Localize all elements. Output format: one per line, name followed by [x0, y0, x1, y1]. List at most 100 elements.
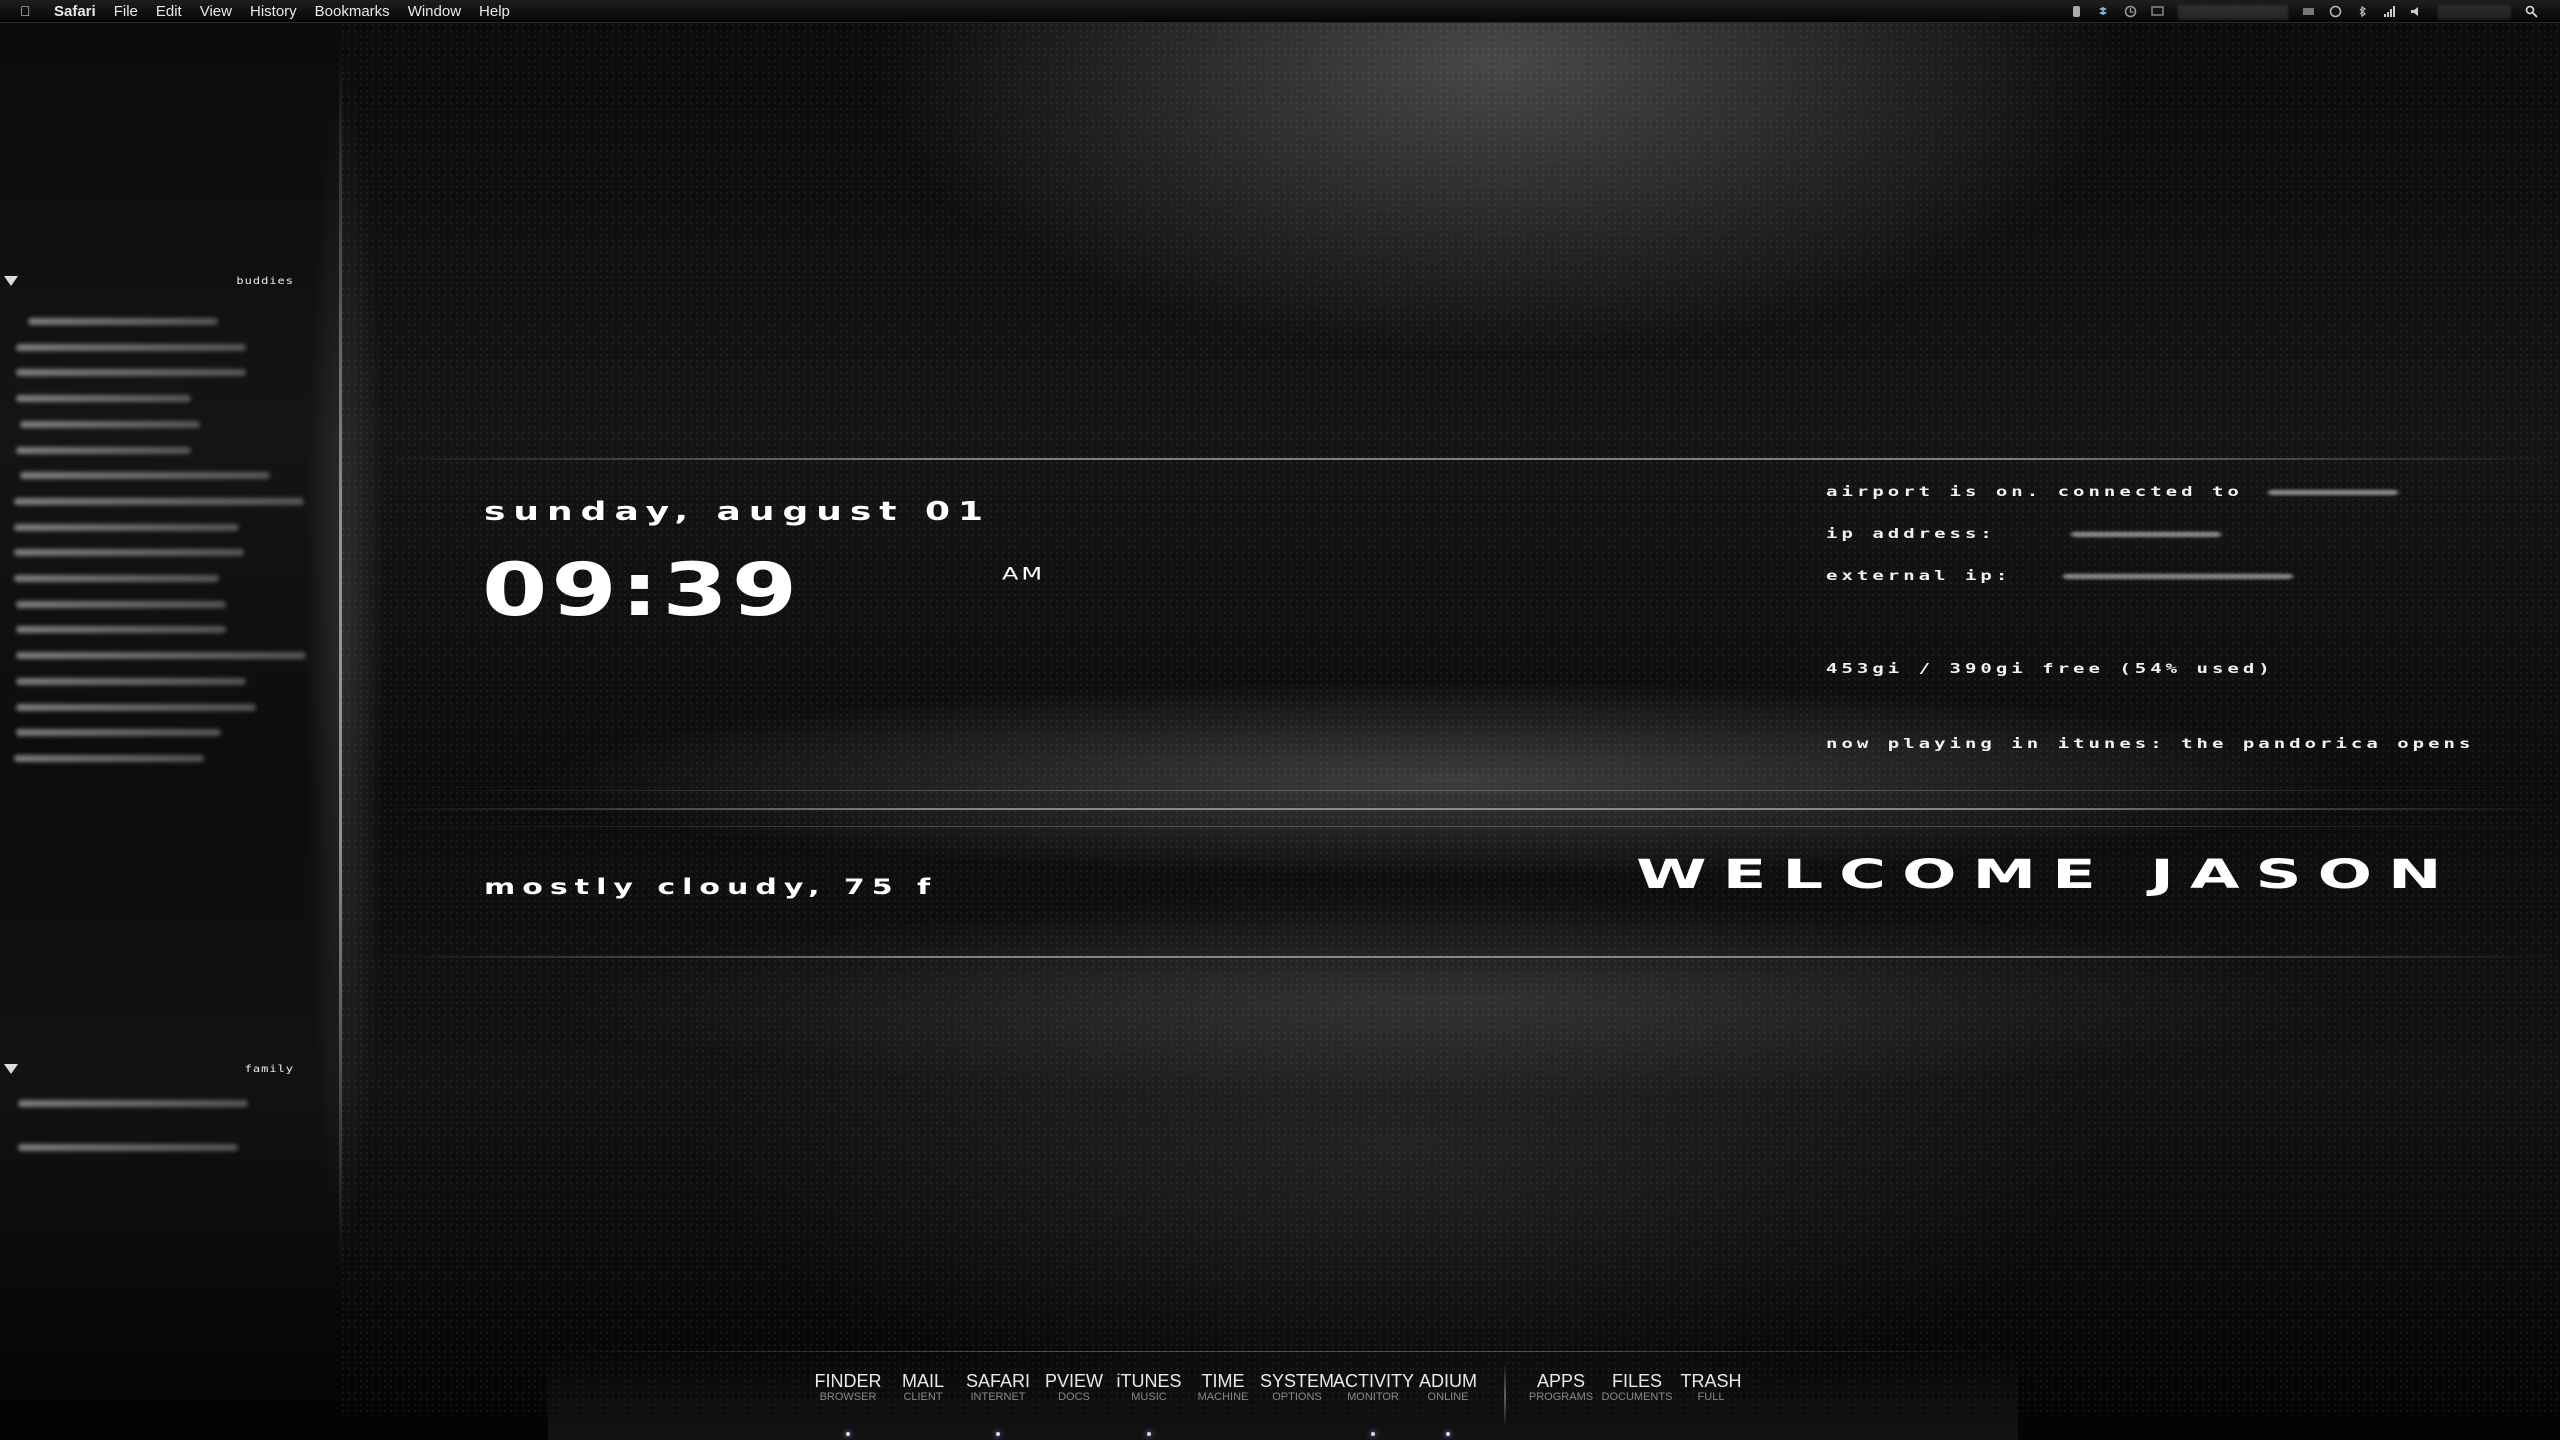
- divider-line-top: [380, 458, 2560, 460]
- menu-window[interactable]: Window: [408, 3, 461, 20]
- group-name: family: [244, 1063, 294, 1075]
- ip-label: ip address:: [1826, 526, 1996, 542]
- dock-item-label: APPS: [1536, 1371, 1586, 1391]
- now-playing: now playing in itunes: the pandorica ope…: [1826, 736, 2475, 752]
- buddy-item[interactable]: [16, 343, 246, 351]
- dock-item-system[interactable]: SYSTEM OPTIONS: [1257, 1371, 1337, 1404]
- separator-glow: [300, 40, 390, 1270]
- dock-item-label: MAIL: [901, 1371, 944, 1391]
- dock-item-apps[interactable]: APPS PROGRAMS: [1521, 1371, 1601, 1404]
- buddy-item[interactable]: [14, 497, 304, 505]
- airport-status: airport is on. connected to: [1826, 484, 2399, 499]
- dock-item-sublabel: OPTIONS: [1272, 1391, 1322, 1403]
- disclosure-triangle-icon[interactable]: [4, 276, 18, 286]
- dock-item-sublabel: FULL: [1697, 1391, 1725, 1403]
- buddy-item[interactable]: [18, 1100, 248, 1107]
- dock-item-label: TIME: [1201, 1371, 1245, 1391]
- dock-item-sublabel: MUSIC: [1131, 1391, 1167, 1403]
- dock-item-time[interactable]: TIME MACHINE: [1183, 1371, 1263, 1404]
- buddy-item[interactable]: [20, 472, 270, 480]
- divider-line-bottom: [380, 956, 2560, 958]
- buddy-item[interactable]: [16, 703, 256, 711]
- dock-item-sublabel: DOCS: [1058, 1391, 1090, 1403]
- volume-icon[interactable]: [2410, 5, 2423, 18]
- dock-item-label: ACTIVITY: [1333, 1371, 1415, 1391]
- apple-icon[interactable]: : [20, 3, 38, 19]
- buddy-item[interactable]: [16, 729, 221, 737]
- menu-file[interactable]: File: [114, 3, 138, 20]
- running-indicator: [996, 1432, 1000, 1436]
- timemachine-icon[interactable]: [2124, 5, 2137, 18]
- dock-item-label: FILES: [1611, 1371, 1663, 1391]
- buddy-item[interactable]: [16, 652, 306, 660]
- menu-extras: ▒▒▒▒▒▒▒▒▒▒▒▒ ▒▒▒▒▒▒▒▒: [2070, 4, 2538, 19]
- external-ip: external ip:: [1826, 568, 2293, 583]
- external-ip-value-redacted: [2062, 573, 2293, 579]
- vertical-separator: [339, 40, 342, 1270]
- disclosure-triangle-icon[interactable]: [4, 1064, 18, 1074]
- wifi-icon[interactable]: [2383, 5, 2396, 18]
- running-indicator: [1147, 1432, 1151, 1436]
- dock-edge: [548, 1351, 2018, 1352]
- dock-item-files[interactable]: FILES DOCUMENTS: [1597, 1371, 1677, 1404]
- buddy-item[interactable]: [16, 677, 246, 685]
- dock-item-activity[interactable]: ACTIVITY MONITOR: [1333, 1371, 1415, 1436]
- ip-value-redacted: [2071, 531, 2222, 537]
- dock-item-label: SAFARI: [965, 1371, 1031, 1391]
- buddy-item[interactable]: [28, 318, 218, 325]
- menu-edit[interactable]: Edit: [156, 3, 182, 20]
- dock-item-label: ADIUM: [1419, 1371, 1477, 1391]
- dock-separator: [1504, 1366, 1506, 1424]
- dock-item-trash[interactable]: TRASH FULL: [1671, 1371, 1751, 1404]
- dock-item-adium[interactable]: ADIUM ONLINE: [1408, 1371, 1488, 1436]
- dock-item-label: SYSTEM: [1259, 1371, 1334, 1391]
- menubar-clock-blurred[interactable]: ▒▒▒▒▒▒▒▒: [2437, 4, 2511, 19]
- display-icon[interactable]: [2151, 5, 2164, 18]
- menu-safari[interactable]: Safari: [54, 3, 96, 20]
- menu-history[interactable]: History: [250, 3, 297, 20]
- ip-address: ip address:: [1826, 526, 2222, 542]
- menu-view[interactable]: View: [200, 3, 232, 20]
- dock-item-pview[interactable]: PVIEW DOCS: [1034, 1372, 1114, 1404]
- dock-item-safari[interactable]: SAFARI INTERNET: [958, 1371, 1038, 1436]
- running-indicator: [1371, 1432, 1375, 1436]
- dock-item-label: iTUNES: [1116, 1371, 1182, 1391]
- ampm-indicator: AM: [1002, 564, 1046, 584]
- menu-bookmarks[interactable]: Bookmarks: [315, 3, 390, 20]
- dock-item-itunes[interactable]: iTUNES MUSIC: [1109, 1371, 1189, 1436]
- running-indicator: [846, 1432, 850, 1436]
- disk-usage: 453gi / 390gi free (54% used): [1826, 661, 2274, 677]
- dock-item-label: TRASH: [1680, 1371, 1742, 1391]
- buddy-item[interactable]: [18, 1144, 238, 1151]
- dock-item-label: FINDER: [814, 1371, 882, 1391]
- spotlight-search-icon[interactable]: [2525, 5, 2538, 18]
- buddy-item[interactable]: [14, 549, 244, 557]
- dock-item-sublabel: MONITOR: [1347, 1391, 1399, 1403]
- dropbox-icon[interactable]: [2097, 5, 2110, 18]
- dock-item-mail[interactable]: MAIL CLIENT: [883, 1371, 963, 1404]
- menu-help[interactable]: Help: [479, 3, 510, 20]
- buddy-item[interactable]: [14, 523, 239, 531]
- sync-icon[interactable]: [2329, 5, 2342, 18]
- buddy-item[interactable]: [16, 600, 226, 608]
- buddy-item[interactable]: [16, 395, 191, 403]
- adium-icon[interactable]: [2070, 5, 2083, 18]
- running-indicator: [1446, 1432, 1450, 1436]
- display-mirror-icon[interactable]: [2302, 5, 2315, 18]
- group-name: buddies: [236, 275, 294, 287]
- group-header-family[interactable]: family: [4, 1062, 294, 1078]
- buddy-item[interactable]: [14, 575, 219, 582]
- divider-line: [380, 790, 2560, 791]
- clock-display: 09:39: [482, 548, 802, 634]
- buddy-item[interactable]: [20, 420, 200, 428]
- buddy-item[interactable]: [16, 369, 246, 377]
- buddy-item[interactable]: [16, 626, 226, 634]
- divider-line: [380, 826, 2560, 827]
- buddy-item[interactable]: [16, 446, 191, 454]
- dock-item-sublabel: DOCUMENTS: [1601, 1391, 1673, 1403]
- bluetooth-icon[interactable]: [2356, 5, 2369, 18]
- dock-item-finder[interactable]: FINDER BROWSER: [808, 1371, 888, 1436]
- buddy-item[interactable]: [14, 754, 204, 762]
- dock-item-sublabel: INTERNET: [970, 1391, 1026, 1403]
- group-header-buddies[interactable]: buddies: [4, 274, 294, 290]
